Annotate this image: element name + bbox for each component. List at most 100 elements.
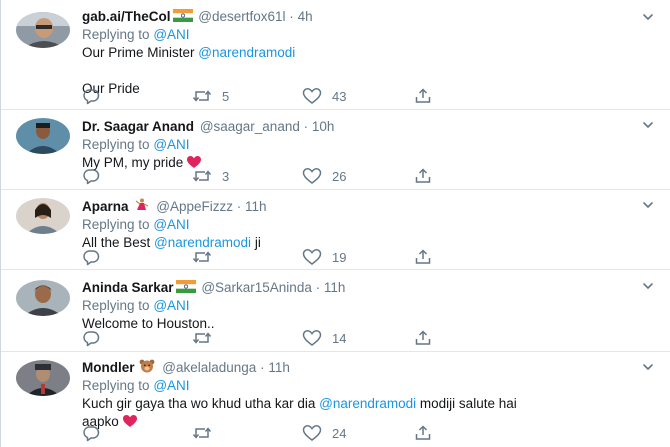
tweet[interactable]: Mondler @akelaladunga · 11h Replying to …	[1, 352, 670, 447]
replying-to-mention[interactable]: @ANI	[153, 217, 189, 232]
like-button[interactable]: 24	[302, 423, 346, 443]
chevron-down-icon[interactable]	[641, 279, 655, 293]
separator-dot: ·	[289, 9, 294, 24]
replying-to: Replying to @ANI	[82, 377, 631, 395]
display-name[interactable]: Mondler	[82, 360, 135, 375]
tweet-text-line	[82, 62, 631, 80]
like-count: 26	[332, 168, 347, 184]
share-button[interactable]	[414, 86, 432, 106]
tweet[interactable]: Aninda Sarkar @Sarkar15Aninda · 11h Repl…	[1, 270, 670, 352]
like-count: 43	[332, 88, 347, 104]
timestamp[interactable]: 10h	[312, 119, 335, 134]
tweet-header: Dr. Saagar Anand @saagar_anand · 10h	[82, 118, 631, 136]
display-name[interactable]: Dr. Saagar Anand	[82, 119, 194, 134]
retweet-icon	[192, 329, 212, 347]
tweet[interactable]: Aparna @AppeFizzz · 11h Replying to @ANI…	[1, 190, 670, 270]
india-flag-emoji	[172, 9, 193, 22]
retweet-button[interactable]	[192, 328, 222, 348]
user-handle[interactable]: @desertfox61l	[198, 9, 285, 24]
display-name[interactable]: gab.ai/TheCol	[82, 9, 171, 24]
tweet-text-line: Kuch gir gaya tha wo khud utha kar dia @…	[82, 396, 517, 411]
replying-to-label: Replying to	[82, 378, 150, 393]
reply-icon	[82, 167, 100, 185]
chevron-down-icon[interactable]	[641, 360, 655, 374]
like-button[interactable]: 19	[302, 247, 346, 267]
retweet-button[interactable]: 5	[192, 86, 229, 106]
reply-icon	[82, 329, 100, 347]
tweet-actions: 5 43	[82, 86, 462, 106]
retweet-icon	[192, 87, 212, 105]
reply-button[interactable]	[82, 86, 100, 106]
chevron-down-icon[interactable]	[641, 118, 655, 132]
avatar[interactable]	[16, 118, 70, 154]
display-name[interactable]: Aparna	[82, 199, 129, 214]
like-icon	[302, 424, 322, 442]
avatar[interactable]	[16, 198, 70, 234]
tweet[interactable]: gab.ai/TheCol @desertfox61l · 4h Replyin…	[1, 0, 670, 110]
like-button[interactable]: 43	[302, 86, 346, 106]
reply-icon	[82, 87, 100, 105]
chevron-down-icon[interactable]	[641, 198, 655, 212]
avatar[interactable]	[16, 280, 70, 316]
tweet-actions: 3 26	[82, 166, 462, 186]
share-button[interactable]	[414, 423, 432, 443]
reply-button[interactable]	[82, 423, 100, 443]
replying-to-label: Replying to	[82, 27, 150, 42]
display-name[interactable]: Aninda Sarkar	[82, 280, 174, 295]
retweet-icon	[192, 424, 212, 442]
tweet-header: Mondler @akelaladunga · 11h	[82, 359, 631, 377]
replying-to-label: Replying to	[82, 217, 150, 232]
like-button[interactable]: 14	[302, 328, 346, 348]
tweet-header: gab.ai/TheCol @desertfox61l · 4h	[82, 8, 631, 26]
timestamp[interactable]: 4h	[298, 9, 313, 24]
user-handle[interactable]: @Sarkar15Aninda	[201, 280, 312, 295]
mention-link[interactable]: @narendramodi	[198, 45, 295, 60]
separator-dot: ·	[315, 280, 321, 295]
replying-to-mention[interactable]: @ANI	[153, 137, 189, 152]
separator-dot: ·	[303, 119, 309, 134]
retweet-icon	[192, 248, 212, 266]
retweet-count: 3	[222, 168, 230, 184]
reply-icon	[82, 424, 100, 442]
timestamp[interactable]: 11h	[268, 360, 290, 375]
user-handle[interactable]: @AppeFizzz	[156, 199, 233, 214]
user-handle[interactable]: @akelaladunga	[162, 360, 256, 375]
share-icon	[414, 424, 432, 442]
chevron-down-icon[interactable]	[641, 10, 655, 24]
bear-emoji	[137, 359, 157, 373]
replying-to-mention[interactable]: @ANI	[153, 298, 189, 313]
reply-button[interactable]	[82, 247, 100, 267]
retweet-count: 5	[222, 88, 230, 104]
reply-button[interactable]	[82, 166, 100, 186]
retweet-button[interactable]: 3	[192, 166, 229, 186]
separator-dot: ·	[260, 360, 265, 375]
replying-to: Replying to @ANI	[82, 26, 631, 44]
tweet-actions: 14	[82, 328, 462, 348]
reply-button[interactable]	[82, 328, 100, 348]
avatar[interactable]	[16, 360, 70, 396]
tweet[interactable]: Dr. Saagar Anand @saagar_anand · 10h Rep…	[1, 110, 670, 190]
tweet-header: Aparna @AppeFizzz · 11h	[82, 198, 631, 216]
share-button[interactable]	[414, 328, 432, 348]
share-icon	[414, 87, 432, 105]
retweet-button[interactable]	[192, 247, 222, 267]
mention-link[interactable]: @narendramodi	[319, 396, 416, 411]
replying-to-mention[interactable]: @ANI	[153, 378, 189, 393]
user-handle[interactable]: @saagar_anand	[200, 119, 300, 134]
share-button[interactable]	[414, 166, 432, 186]
retweet-button[interactable]	[192, 423, 222, 443]
avatar[interactable]	[16, 12, 70, 48]
share-icon	[414, 329, 432, 347]
tweet-text-line: Our Prime Minister @narendramodi	[82, 45, 296, 60]
tweet-actions: 24	[82, 423, 462, 443]
share-button[interactable]	[414, 247, 432, 267]
replying-to: Replying to @ANI	[82, 136, 631, 154]
replying-to: Replying to @ANI	[82, 216, 631, 234]
like-button[interactable]: 26	[302, 166, 346, 186]
timestamp[interactable]: 11h	[324, 280, 346, 295]
replying-to-mention[interactable]: @ANI	[153, 27, 189, 42]
timestamp[interactable]: 11h	[245, 199, 267, 214]
like-count: 24	[332, 425, 347, 441]
like-icon	[302, 87, 322, 105]
replying-to: Replying to @ANI	[82, 297, 631, 315]
